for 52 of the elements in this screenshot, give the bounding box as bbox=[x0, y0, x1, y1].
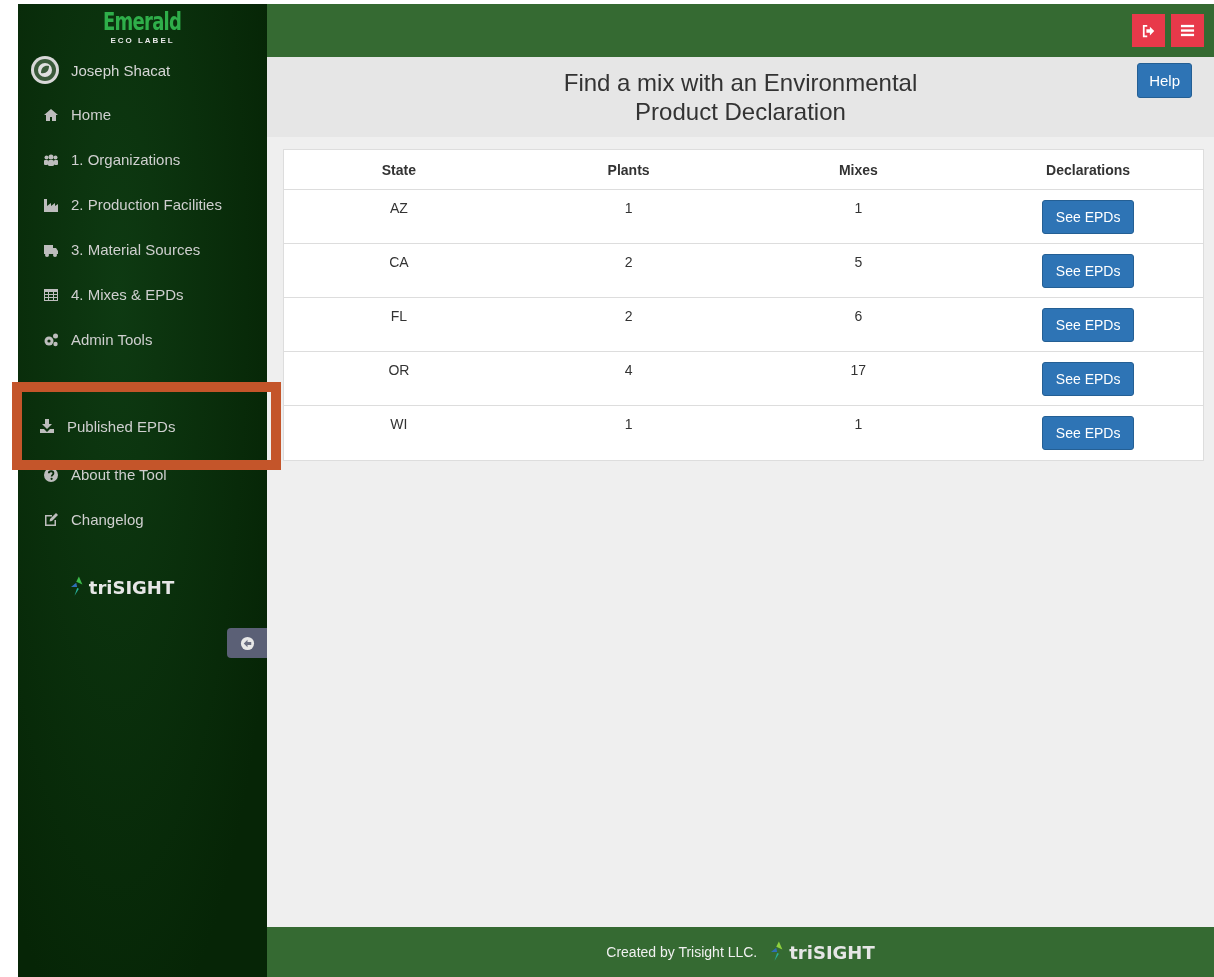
nav-item[interactable]: 4. Mixes & EPDs bbox=[18, 272, 267, 317]
table-cell: 4 bbox=[624, 362, 633, 378]
help-button[interactable]: Help bbox=[1137, 63, 1192, 98]
house-icon bbox=[43, 106, 59, 123]
grid-icon bbox=[43, 286, 59, 303]
nav-item[interactable]: Home bbox=[18, 92, 267, 137]
table-cell: 2 bbox=[624, 254, 633, 270]
column-header: State bbox=[381, 161, 416, 178]
download-icon bbox=[39, 418, 55, 434]
nav-item[interactable]: 2. Production Facilities bbox=[18, 182, 267, 227]
nav-item[interactable]: Published EPDs bbox=[12, 382, 281, 470]
table-cell: 1 bbox=[624, 200, 633, 216]
table-cell: 6 bbox=[854, 308, 863, 324]
nav-item[interactable]: 3. Material Sources bbox=[18, 227, 267, 272]
table-cell: 1 bbox=[624, 416, 633, 432]
table-cell: AZ bbox=[389, 200, 408, 216]
nav-item[interactable]: 1. Organizations bbox=[18, 137, 267, 182]
table-cell: 1 bbox=[854, 200, 863, 216]
menu-button[interactable] bbox=[1171, 14, 1204, 47]
logo-tagline: ECO LABEL bbox=[110, 36, 175, 46]
column-header: Plants bbox=[607, 161, 650, 178]
gears-icon bbox=[43, 331, 59, 348]
column-header: Mixes bbox=[838, 161, 878, 178]
see-epds-button[interactable]: See EPDs bbox=[1041, 416, 1135, 450]
edit-icon bbox=[43, 511, 59, 528]
table-cell: 17 bbox=[850, 362, 867, 378]
logout-button[interactable] bbox=[1132, 14, 1165, 47]
menu-icon bbox=[1180, 23, 1195, 38]
nav-item[interactable]: Changelog bbox=[18, 497, 267, 542]
see-epds-button[interactable]: See EPDs bbox=[1041, 200, 1135, 234]
table-cell: 1 bbox=[854, 416, 863, 432]
user-name: Joseph Shacat bbox=[71, 61, 171, 79]
footer-text: Created by Trisight LLC. bbox=[606, 944, 758, 960]
brand-logo: triSIGHT bbox=[771, 941, 875, 963]
see-epds-button[interactable]: See EPDs bbox=[1041, 308, 1135, 342]
table-cell: WI bbox=[390, 416, 408, 432]
table-cell: FL bbox=[390, 308, 408, 324]
nav-item[interactable]: Admin Tools bbox=[18, 317, 267, 362]
factory-icon bbox=[43, 196, 59, 213]
logo-text: Emerald bbox=[103, 8, 182, 36]
table-cell: CA bbox=[389, 254, 409, 270]
page-title: Find a mix with an Environmental Product Declaration bbox=[562, 68, 919, 126]
brand-logo: triSIGHT bbox=[70, 576, 175, 598]
table-cell: 2 bbox=[624, 308, 633, 324]
table-cell: 5 bbox=[854, 254, 863, 270]
column-header: Declarations bbox=[1046, 161, 1131, 178]
logout-icon bbox=[1141, 23, 1156, 38]
see-epds-button[interactable]: See EPDs bbox=[1041, 254, 1135, 288]
see-epds-button[interactable]: See EPDs bbox=[1041, 362, 1135, 396]
table-cell: OR bbox=[388, 362, 410, 378]
avatar-icon bbox=[30, 55, 60, 85]
collapse-button[interactable] bbox=[227, 628, 267, 658]
